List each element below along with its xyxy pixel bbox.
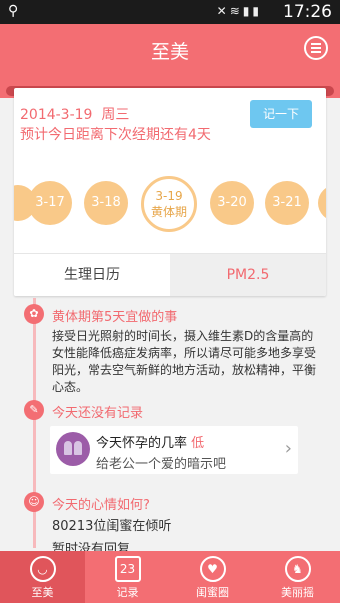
lips-icon: ◡: [29, 556, 56, 582]
mood-title: 今天的心情如何?: [52, 498, 150, 513]
nav-zhimei[interactable]: ◡ 至美: [0, 551, 85, 603]
day-bubble-current[interactable]: 3-19 黄体期: [141, 176, 197, 232]
current-weekday: 周三: [101, 107, 130, 123]
nav-label: 美丽摇: [281, 586, 314, 599]
bottom-nav: ◡ 至美 23 记录 ♥ 闺蜜圈 ♞ 美丽摇: [0, 551, 340, 603]
period-prediction: 预计今日距离下次经期还有4天: [20, 127, 211, 143]
day-bubble-partial-right[interactable]: [318, 185, 326, 221]
nav-label: 闺蜜圈: [196, 586, 229, 599]
day-strip[interactable]: 3-17 3-18 3-19 黄体期 3-20 3-21: [14, 176, 326, 236]
edit-icon: ✎: [24, 400, 44, 420]
pregnancy-chance-level: 低: [191, 436, 205, 451]
date-line: 2014-3-19 周三: [20, 104, 129, 124]
rocking-horse-icon: ♞: [284, 556, 311, 582]
cycle-card: 2014-3-19 周三 预计今日距离下次经期还有4天 记一下 3-17 3-1…: [14, 88, 326, 296]
nav-record[interactable]: 23 记录: [85, 551, 170, 603]
clover-icon: ✿: [24, 304, 44, 324]
tip-body: 接受日光照射的时间长，摄入维生素D的含量高的女性能降低癌症发病率，所以请尽可能多…: [52, 329, 317, 394]
mood-listeners: 80213位闺蜜在倾听: [52, 519, 172, 534]
record-button[interactable]: 记一下: [250, 100, 312, 128]
day-bubble[interactable]: 3-20: [210, 181, 254, 225]
heart-icon: ♥: [199, 556, 226, 582]
app-title: 至美: [150, 41, 189, 63]
tab-calendar[interactable]: 生理日历: [14, 254, 170, 296]
nav-shake[interactable]: ♞ 美丽摇: [255, 551, 340, 603]
couple-avatar: [56, 432, 90, 466]
current-date: 2014-3-19: [20, 107, 93, 123]
day-bubble[interactable]: 3-21: [265, 181, 309, 225]
status-time: 17:26: [283, 2, 332, 22]
day-bubble[interactable]: 3-17: [28, 181, 72, 225]
card-tabs: 生理日历 PM2.5: [14, 253, 326, 296]
system-icons: ✕≋▮▮: [216, 4, 262, 18]
status-bar: ⚲ ✕≋▮▮ 17:26: [0, 0, 340, 24]
current-day-label: 3-19: [155, 189, 183, 203]
calendar-icon: 23: [114, 556, 141, 582]
tab-pm25[interactable]: PM2.5: [170, 254, 326, 296]
chevron-right-icon: ›: [284, 438, 292, 459]
smiley-icon: ☺: [24, 492, 44, 512]
tip-title: 黄体期第5天宜做的事: [52, 310, 178, 325]
nav-friends[interactable]: ♥ 闺蜜圈: [170, 551, 255, 603]
usb-icon: ⚲: [8, 3, 19, 19]
pregnancy-chance-line: 今天怀孕的几率 低: [96, 432, 204, 451]
app-header: 至美: [0, 24, 340, 74]
current-phase-label: 黄体期: [150, 205, 187, 219]
nav-label: 记录: [116, 586, 139, 599]
nav-label: 至美: [31, 586, 54, 599]
menu-icon[interactable]: [304, 36, 328, 60]
pregnancy-chance-item[interactable]: 今天怀孕的几率 低 给老公一个爱的暗示吧 ›: [50, 426, 298, 474]
pregnancy-chance-label: 今天怀孕的几率: [96, 436, 188, 451]
day-bubble[interactable]: 3-18: [84, 181, 128, 225]
record-title: 今天还没有记录: [52, 406, 144, 421]
pregnancy-hint: 给老公一个爱的暗示吧: [96, 457, 227, 472]
